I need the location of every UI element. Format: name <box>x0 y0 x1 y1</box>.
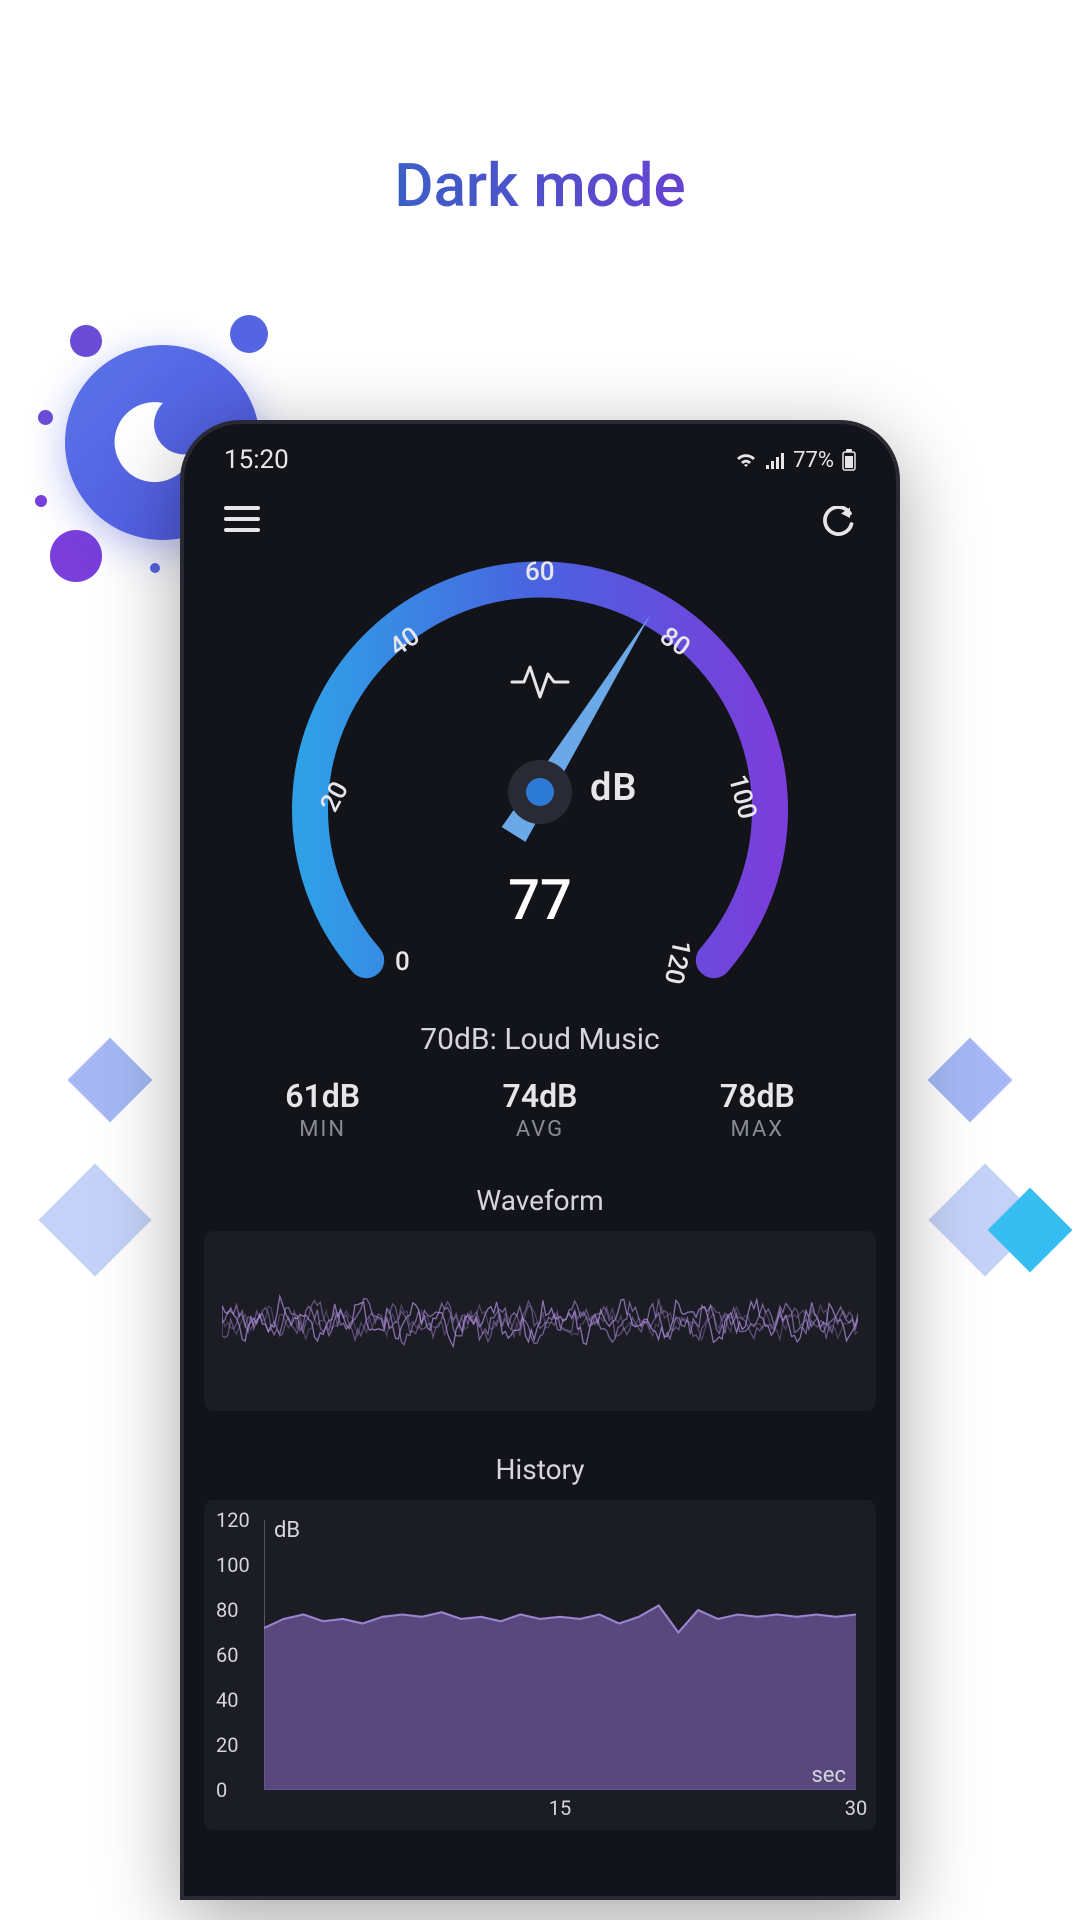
history-y-tick: 40 <box>216 1688 238 1712</box>
stat-max-label: MAX <box>720 1117 795 1142</box>
wifi-icon <box>735 451 757 469</box>
refresh-icon <box>820 506 856 542</box>
history-title: History <box>184 1453 896 1486</box>
bg-diamond <box>68 1038 153 1123</box>
signal-icon <box>765 451 785 469</box>
history-y-unit: dB <box>274 1518 300 1543</box>
bg-diamond <box>38 1163 151 1276</box>
history-y-tick: 100 <box>216 1553 250 1577</box>
history-x-unit: sec <box>811 1763 846 1788</box>
gauge-tick: 60 <box>525 557 555 587</box>
stat-max: 78dB MAX <box>720 1077 795 1142</box>
db-gauge: dB 77 0 20 40 60 80 100 120 <box>260 492 820 1052</box>
stat-avg-label: AVG <box>503 1117 578 1142</box>
gauge-value: 77 <box>508 867 572 933</box>
stats-row: 61dB MIN 74dB AVG 78dB MAX <box>184 1057 896 1142</box>
gauge-tick: 0 <box>395 947 410 977</box>
status-bar: 15:20 77% <box>184 442 896 478</box>
history-y-tick: 60 <box>216 1643 238 1667</box>
bg-diamond <box>928 1038 1013 1123</box>
stat-max-value: 78dB <box>720 1077 795 1115</box>
stat-min-label: MIN <box>285 1117 360 1142</box>
stat-min: 61dB MIN <box>285 1077 360 1142</box>
phone-frame: 15:20 77% <box>180 420 900 1900</box>
stat-min-value: 61dB <box>285 1077 360 1115</box>
history-x-tick: 30 <box>845 1796 867 1820</box>
status-battery: 77% <box>793 448 834 473</box>
battery-icon <box>842 449 856 471</box>
gauge-unit: dB <box>590 766 638 810</box>
menu-button[interactable] <box>224 506 260 542</box>
history-x-tick: 15 <box>549 1796 571 1820</box>
history-y-tick: 20 <box>216 1733 238 1757</box>
pulse-icon <box>510 662 570 702</box>
status-indicators: 77% <box>735 448 856 473</box>
waveform-panel <box>204 1231 876 1411</box>
waveform-title: Waveform <box>184 1184 896 1217</box>
history-y-tick: 0 <box>216 1778 227 1802</box>
waveform-chart <box>222 1249 858 1393</box>
refresh-button[interactable] <box>820 506 856 542</box>
history-chart <box>264 1520 856 1790</box>
stat-avg: 74dB AVG <box>503 1077 578 1142</box>
status-time: 15:20 <box>224 445 289 475</box>
page-title: Dark mode <box>394 150 685 221</box>
history-y-tick: 80 <box>216 1598 238 1622</box>
stat-avg-value: 74dB <box>503 1077 578 1115</box>
history-panel: dB sec 0 20 40 60 80 100 120 15 30 <box>204 1500 876 1830</box>
history-y-tick: 120 <box>216 1508 250 1532</box>
